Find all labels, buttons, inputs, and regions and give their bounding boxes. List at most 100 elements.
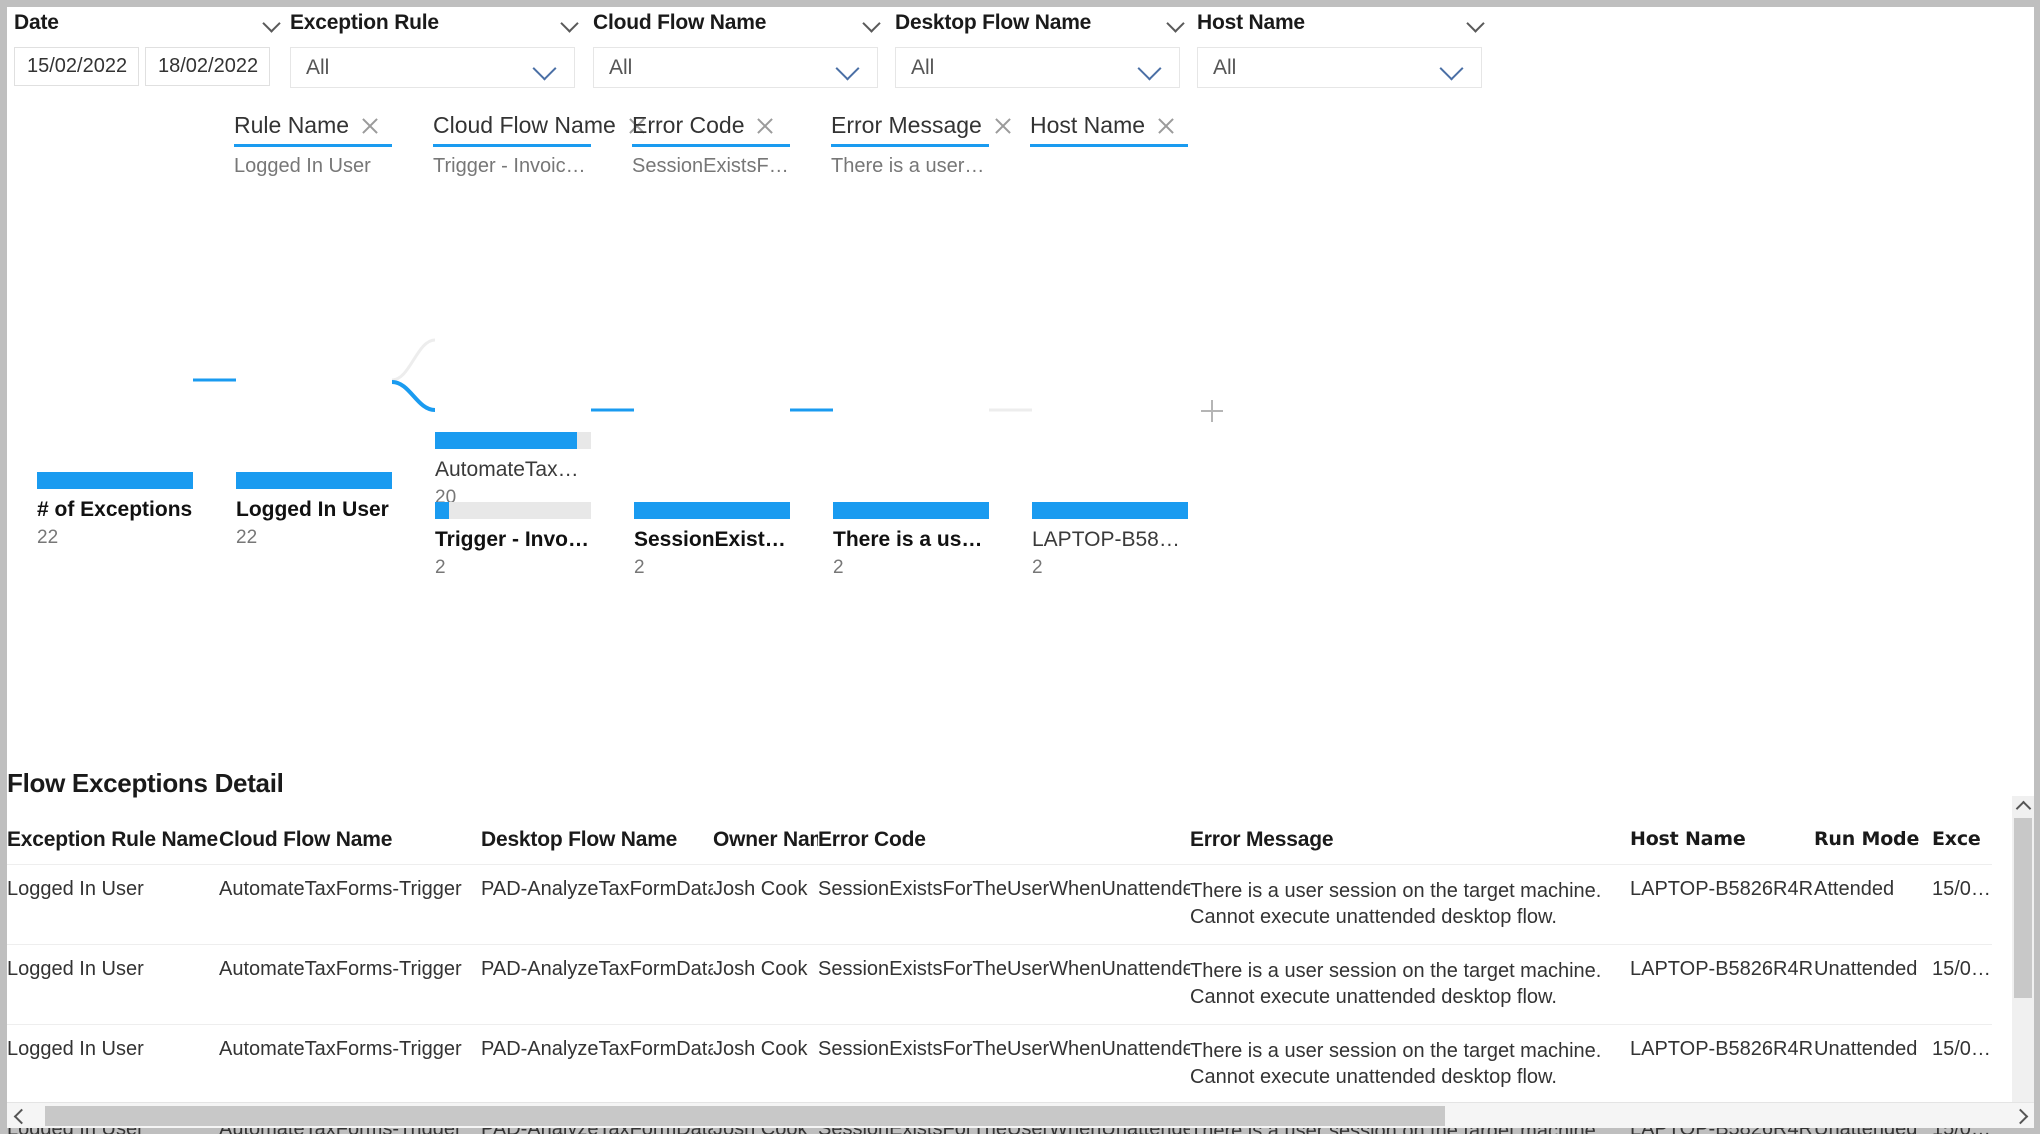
tree-level-underline <box>831 144 989 147</box>
tree-node-bar-fill <box>37 472 193 489</box>
tree-level-label[interactable]: Host Name <box>1030 112 1145 139</box>
column-header[interactable]: Error Message <box>1190 820 1630 864</box>
chevron-down-icon[interactable] <box>864 17 881 26</box>
table-cell: SessionExistsForTheUserWhenUnattended <box>818 878 1190 900</box>
tree-node-label[interactable]: AutomateTaxForms-Tri... <box>435 458 591 482</box>
chevron-down-icon[interactable] <box>1168 17 1185 26</box>
table-cell: AutomateTaxForms-Trigger <box>219 878 462 900</box>
column-header[interactable]: Owner Name <box>713 820 818 864</box>
tree-node-label[interactable]: Trigger - Invoice Aut... <box>435 528 591 552</box>
chevron-down-icon[interactable] <box>837 61 863 75</box>
table-title: Flow Exceptions Detail <box>7 768 284 798</box>
tree-node-label[interactable]: Logged In User <box>236 498 392 522</box>
dropdown-exception-rule[interactable]: All <box>290 47 575 88</box>
column-header[interactable]: Exce <box>1932 820 1992 864</box>
scroll-right-arrow-icon[interactable] <box>2008 1103 2034 1129</box>
tree-level-selected-value: There is a user session ... <box>831 155 989 177</box>
tree-node[interactable]: Logged In User 22 <box>236 472 392 549</box>
table-cell: LAPTOP-B5826R4R <box>1630 1038 1814 1060</box>
tree-level-host-name: Host Name <box>1030 112 1188 155</box>
column-header[interactable]: Run Mode <box>1814 820 1932 864</box>
table-cell: There is a user session on the target ma… <box>1190 880 1602 928</box>
dropdown-cloud-flow-name[interactable]: All <box>593 47 878 88</box>
table-cell: PAD-AnalyzeTaxFormData <box>481 958 713 980</box>
table-cell: Unattended <box>1814 1038 1918 1060</box>
window-top-border <box>0 0 2040 7</box>
date-from-input[interactable]: 15/02/2022 <box>14 47 139 86</box>
table-vertical-scrollbar[interactable] <box>2012 796 2034 1116</box>
horizontal-scrollbar-thumb[interactable] <box>45 1106 1445 1126</box>
tree-node-bar-fill <box>1032 502 1188 519</box>
tree-node-value: 22 <box>37 527 59 548</box>
close-icon[interactable] <box>359 115 381 137</box>
tree-node-bar <box>833 502 989 519</box>
table-cell: SessionExistsForTheUserWhenUnattended <box>818 1038 1190 1060</box>
table-cell: AutomateTaxForms-Trigger <box>219 958 462 980</box>
table-cell: PAD-AnalyzeTaxFormData <box>481 878 713 900</box>
chevron-down-icon[interactable] <box>1441 61 1467 75</box>
expand-node-button[interactable] <box>1201 400 1223 422</box>
chevron-down-icon[interactable] <box>562 17 579 26</box>
tree-level-header: Host Name <box>1030 112 1188 139</box>
tree-level-rule-name: Rule Name Logged In User <box>234 112 392 178</box>
chevron-down-icon[interactable] <box>264 17 281 26</box>
tree-node[interactable]: There is a user sessio... 2 <box>833 502 989 579</box>
chevron-down-icon[interactable] <box>534 61 560 75</box>
tree-level-label[interactable]: Cloud Flow Name <box>433 112 616 139</box>
tree-node-label[interactable]: # of Exceptions <box>37 498 193 522</box>
tree-node-bar <box>634 502 790 519</box>
table-cell: Logged In User <box>7 878 144 900</box>
tree-level-underline <box>632 144 790 147</box>
tree-node[interactable]: LAPTOP-B5826R4R 2 <box>1032 502 1188 579</box>
tree-node-label[interactable]: LAPTOP-B5826R4R <box>1032 528 1188 552</box>
column-header[interactable]: Cloud Flow Name <box>219 820 481 864</box>
filter-bar: Date 15/02/2022 18/02/2022 Exception Rule Al… <box>7 7 2033 107</box>
table-cell: Unattended <box>1814 958 1918 980</box>
report-page: Date 15/02/2022 18/02/2022 Exception Rule Al… <box>0 0 2040 1134</box>
table-row[interactable]: Logged In User AutomateTaxForms-Trigger PA… <box>7 945 1992 1025</box>
chevron-down-icon[interactable] <box>1468 17 1485 26</box>
tree-level-underline <box>1030 144 1188 147</box>
tree-level-label[interactable]: Error Message <box>831 112 982 139</box>
tree-node[interactable]: AutomateTaxForms-Tri...20 <box>435 432 591 509</box>
table-row[interactable]: Logged In User AutomateTaxForms-Trigger PA… <box>7 1025 1992 1105</box>
tree-node-label[interactable]: SessionExistsForThe... <box>634 528 790 552</box>
vertical-scrollbar-thumb[interactable] <box>2014 818 2032 998</box>
table-horizontal-scrollbar[interactable] <box>7 1102 2034 1128</box>
tree-node-bar <box>435 432 591 449</box>
slicer-title: Date <box>14 11 59 34</box>
scroll-up-arrow-icon[interactable] <box>2012 796 2034 818</box>
table-row[interactable]: Logged In User AutomateTaxForms-Trigger PA… <box>7 865 1992 945</box>
dropdown-host-name[interactable]: All <box>1197 47 1482 88</box>
date-to-input[interactable]: 18/02/2022 <box>145 47 270 86</box>
flow-exceptions-detail-panel: Flow Exceptions Detail Exception Rule Na… <box>7 762 2033 1134</box>
tree-level-underline <box>234 144 392 147</box>
dropdown-desktop-flow-name[interactable]: All <box>895 47 1180 88</box>
tree-node-bar <box>37 472 193 489</box>
tree-node[interactable]: # of Exceptions 22 <box>37 472 193 549</box>
scroll-left-arrow-icon[interactable] <box>7 1103 33 1129</box>
close-icon[interactable] <box>754 115 776 137</box>
tree-node[interactable]: SessionExistsForThe... 2 <box>634 502 790 579</box>
tree-level-label[interactable]: Error Code <box>632 112 744 139</box>
tree-level-label[interactable]: Rule Name <box>234 112 349 139</box>
tree-level-underline <box>433 144 591 147</box>
tree-node-bar-fill <box>833 502 989 519</box>
table-cell: PAD-AnalyzeTaxFormData <box>481 1038 713 1060</box>
column-header[interactable]: Error Code <box>818 820 1190 864</box>
tree-node-label[interactable]: There is a user sessio... <box>833 528 989 552</box>
tree-node-value: 22 <box>236 527 258 548</box>
column-header[interactable]: Host Name <box>1630 820 1814 864</box>
column-header[interactable]: Desktop Flow Name <box>481 820 713 864</box>
tree-node[interactable]: Trigger - Invoice Aut... 2 <box>435 502 591 579</box>
tree-node-value: 2 <box>634 557 645 578</box>
table-cell: 15/0… <box>1932 1038 1991 1060</box>
table-cell: There is a user session on the target ma… <box>1190 1040 1602 1088</box>
tree-level-header: Rule Name <box>234 112 392 139</box>
close-icon[interactable] <box>1155 115 1177 137</box>
table-cell: Logged In User <box>7 1038 144 1060</box>
tree-node-bar <box>435 502 591 519</box>
chevron-down-icon[interactable] <box>1139 61 1165 75</box>
column-header[interactable]: Exception Rule Name <box>7 820 219 864</box>
table-header-row: Exception Rule Name Cloud Flow Name Deskto… <box>7 820 1992 865</box>
